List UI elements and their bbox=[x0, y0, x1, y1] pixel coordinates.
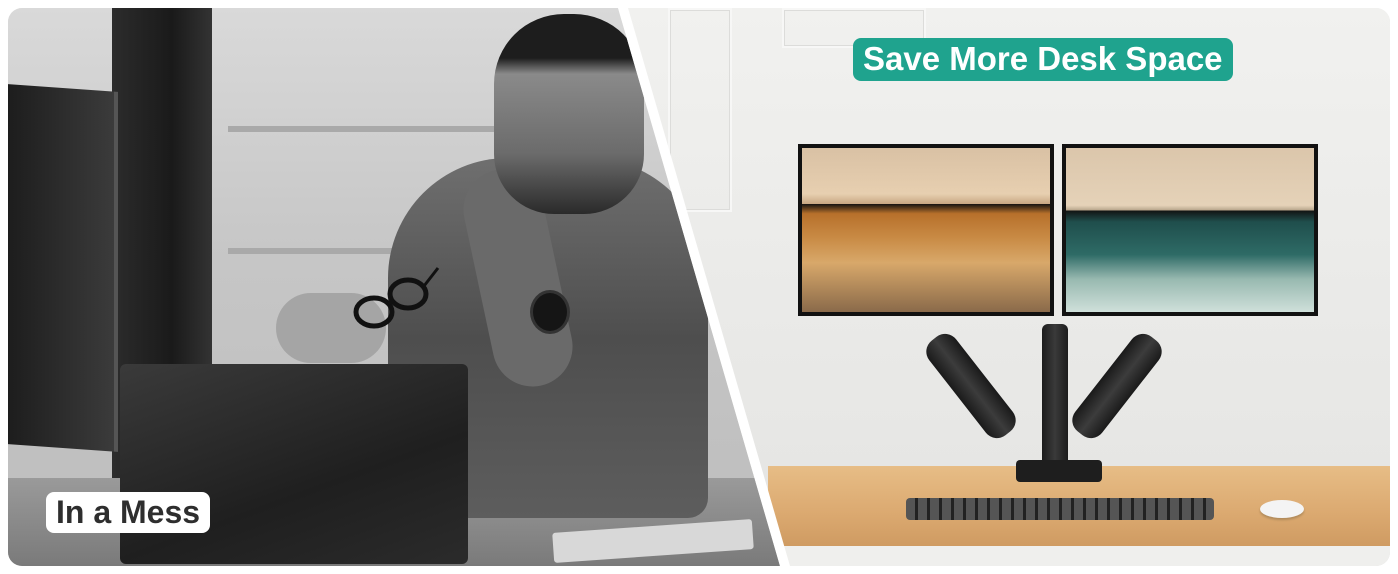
monitor-arm-pole bbox=[1042, 324, 1068, 474]
monitor-arm-right bbox=[1066, 328, 1168, 444]
in-a-mess-caption: In a Mess bbox=[46, 492, 211, 533]
right-monitor bbox=[1062, 144, 1318, 316]
desktop-monitor bbox=[8, 84, 118, 452]
ocean-wallpaper bbox=[1066, 148, 1314, 312]
monitor-arm-left bbox=[920, 328, 1022, 444]
keyboard bbox=[906, 498, 1214, 520]
desk-front bbox=[768, 546, 1390, 566]
beach-cliff-wallpaper bbox=[802, 148, 1050, 312]
comparison-banner: In a Mess Save More Desk Space bbox=[8, 8, 1390, 566]
wristwatch bbox=[530, 290, 570, 334]
mouse bbox=[1260, 500, 1304, 518]
laptop bbox=[120, 364, 468, 564]
save-desk-space-caption: Save More Desk Space bbox=[853, 38, 1233, 81]
eyeglasses bbox=[353, 267, 440, 329]
window-frame bbox=[228, 126, 528, 132]
left-monitor bbox=[798, 144, 1054, 316]
monitor-arm-clamp bbox=[1016, 460, 1102, 482]
person-head bbox=[494, 14, 644, 214]
wall-molding bbox=[668, 8, 732, 212]
